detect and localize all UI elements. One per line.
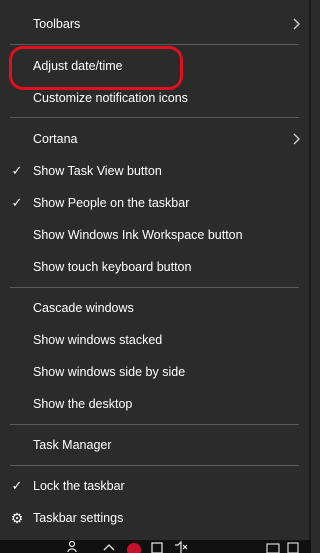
red-highlight-annotation	[9, 46, 183, 90]
menu-item-show-windows-side-by-side[interactable]: Show windows side by side	[0, 356, 309, 388]
chevron-right-icon	[293, 123, 301, 155]
menu-item-label: Show the desktop	[33, 397, 133, 411]
menu-separator	[10, 465, 299, 466]
checkmark-icon: ✓	[11, 163, 23, 178]
menu-item-label: Task Manager	[33, 438, 112, 452]
menu-item-show-people[interactable]: ✓ Show People on the taskbar	[0, 187, 309, 219]
menu-item-show-windows-ink-workspace[interactable]: Show Windows Ink Workspace button	[0, 219, 309, 251]
menu-item-label: Toolbars	[33, 17, 81, 31]
checkmark-icon: ✓	[11, 195, 23, 210]
menu-item-label: Show windows stacked	[33, 333, 163, 347]
network-icon[interactable]	[150, 540, 164, 553]
volume-muted-icon[interactable]	[174, 540, 188, 553]
menu-item-label: Cascade windows	[33, 301, 134, 315]
menu-item-label: Show People on the taskbar	[33, 196, 190, 210]
menu-item-cortana[interactable]: Cortana	[0, 123, 309, 155]
menu-item-toolbars[interactable]: Toolbars	[0, 8, 309, 40]
menu-item-taskbar-settings[interactable]: ⚙ Taskbar settings	[0, 502, 309, 534]
gear-icon: ⚙	[10, 510, 24, 526]
taskbar-strip	[0, 540, 311, 553]
taskbar-context-menu: Toolbars Adjust date/time Customize noti…	[0, 0, 311, 540]
menu-item-label: Lock the taskbar	[33, 479, 125, 493]
notification-icon[interactable]	[286, 540, 300, 553]
menu-separator	[10, 117, 299, 118]
chevron-right-icon	[293, 8, 301, 40]
keyboard-icon[interactable]	[266, 540, 280, 553]
checkmark-icon: ✓	[11, 478, 23, 493]
menu-separator	[10, 44, 299, 45]
menu-item-label: Customize notification icons	[33, 91, 188, 105]
antivirus-tray-icon[interactable]	[127, 543, 141, 553]
menu-separator	[10, 424, 299, 425]
menu-item-label: Show windows side by side	[33, 365, 186, 379]
menu-item-cascade-windows[interactable]: Cascade windows	[0, 292, 309, 324]
menu-item-label: Cortana	[33, 132, 78, 146]
menu-item-label: Show Windows Ink Workspace button	[33, 228, 243, 242]
chevron-up-icon[interactable]	[103, 540, 115, 553]
menu-item-label: Show Task View button	[33, 164, 162, 178]
menu-item-show-touch-keyboard[interactable]: Show touch keyboard button	[0, 251, 309, 283]
menu-separator	[10, 287, 299, 288]
menu-item-lock-the-taskbar[interactable]: ✓ Lock the taskbar	[0, 470, 309, 502]
menu-item-show-windows-stacked[interactable]: Show windows stacked	[0, 324, 309, 356]
menu-item-label: Taskbar settings	[33, 511, 124, 525]
menu-item-task-manager[interactable]: Task Manager	[0, 429, 309, 461]
menu-item-show-task-view-button[interactable]: ✓ Show Task View button	[0, 155, 309, 187]
people-icon[interactable]	[67, 540, 81, 553]
menu-item-label: Show touch keyboard button	[33, 260, 192, 274]
menu-item-show-the-desktop[interactable]: Show the desktop	[0, 388, 309, 420]
